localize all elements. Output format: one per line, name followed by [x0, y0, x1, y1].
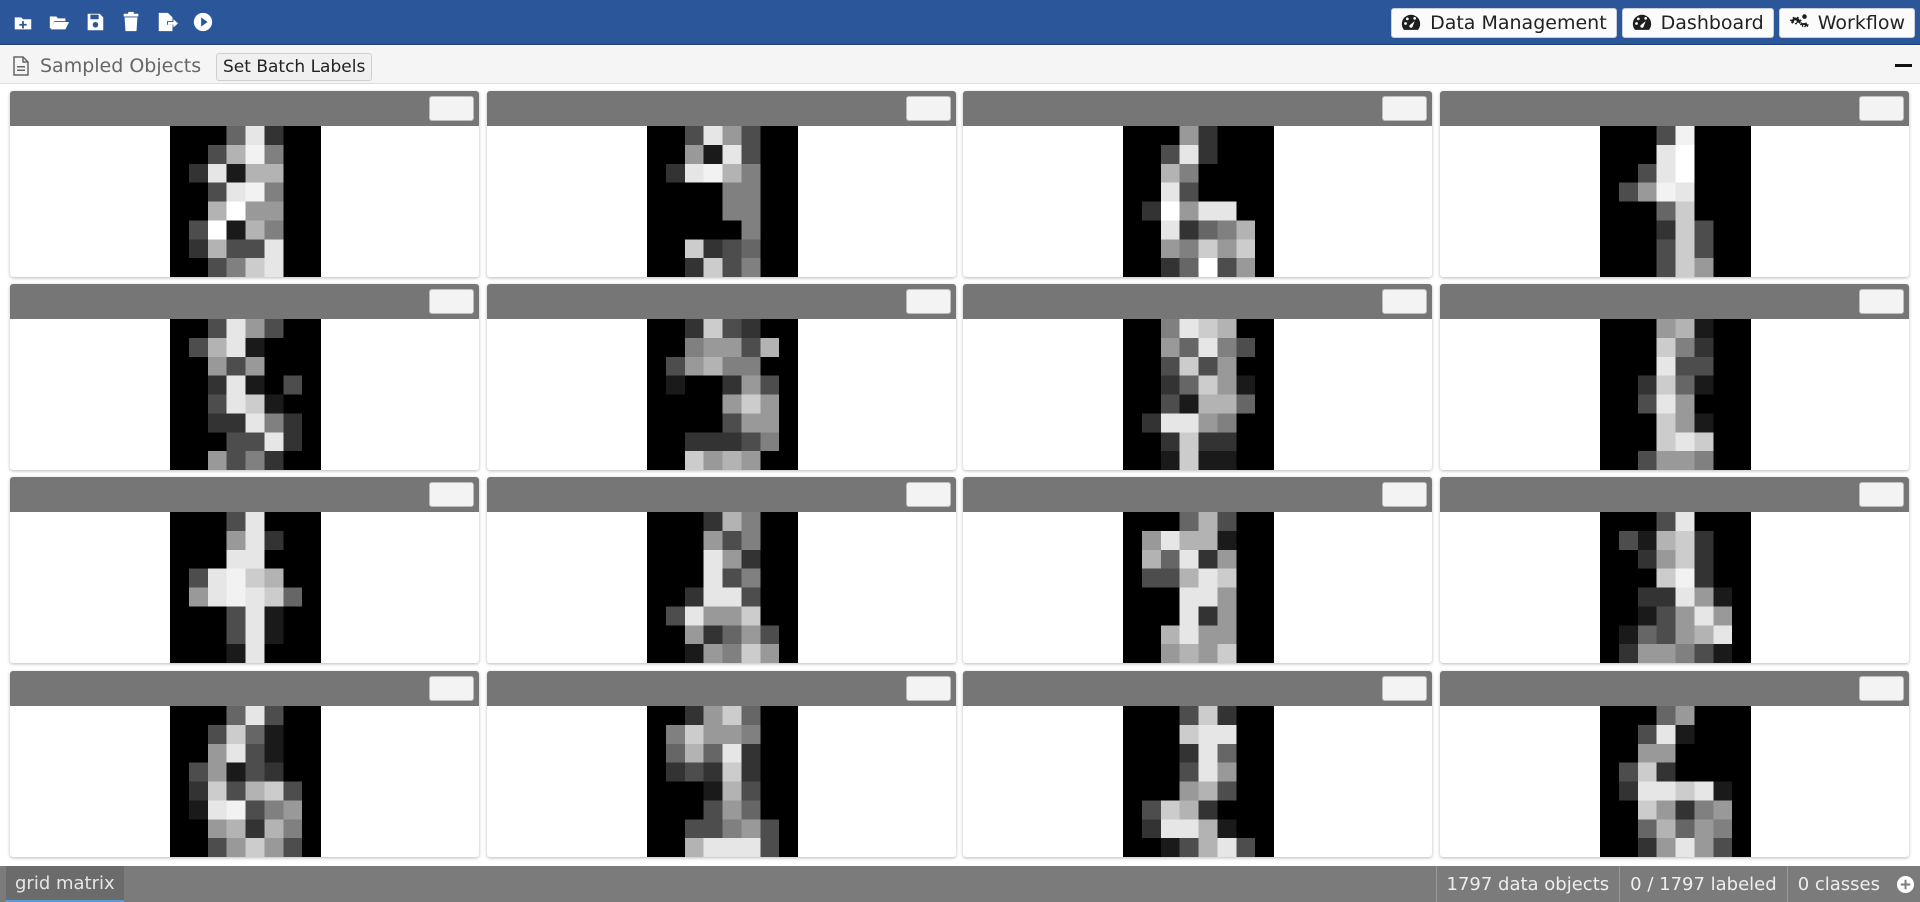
workflow-label: Workflow [1817, 12, 1905, 34]
workflow-button[interactable]: Workflow [1778, 8, 1915, 38]
document-icon [13, 56, 29, 76]
sample-card[interactable] [1439, 91, 1909, 277]
digit-image [1123, 319, 1275, 471]
digit-image [1599, 126, 1751, 277]
sample-card[interactable] [1439, 284, 1909, 471]
label-input[interactable] [905, 675, 951, 701]
delete-icon[interactable] [118, 9, 143, 34]
label-input[interactable] [1382, 96, 1428, 121]
sample-card[interactable] [10, 91, 479, 277]
gears-icon [1789, 14, 1809, 28]
sample-card[interactable] [10, 670, 479, 857]
sample-card-header [1439, 284, 1909, 320]
label-input[interactable] [1382, 675, 1428, 701]
sample-card[interactable] [486, 91, 956, 277]
sample-card[interactable] [963, 284, 1433, 471]
label-input[interactable] [429, 482, 474, 508]
label-input[interactable] [905, 482, 951, 508]
sample-card[interactable] [1439, 670, 1909, 857]
sample-card-header [963, 670, 1433, 706]
label-input[interactable] [1858, 482, 1904, 508]
data-management-label: Data Management [1430, 12, 1607, 34]
sample-card-header [1439, 91, 1909, 126]
label-input[interactable] [1858, 289, 1904, 315]
label-input[interactable] [1382, 289, 1428, 315]
digit-image [170, 126, 321, 277]
sampled-objects-grid [10, 91, 1910, 857]
run-icon[interactable] [190, 9, 215, 34]
sample-card[interactable] [486, 670, 956, 857]
sample-card[interactable] [486, 477, 956, 664]
sample-card[interactable] [10, 477, 479, 664]
sample-card-header [10, 477, 479, 513]
view-navigation: Data Management Dashboard Workflow [1391, 8, 1915, 38]
sample-card-header [486, 91, 956, 126]
label-input[interactable] [905, 289, 951, 315]
status-bar: grid matrix 1797 data objects 0 / 1797 l… [0, 866, 1920, 902]
sample-card[interactable] [486, 284, 956, 471]
classes-count: 0 classes [1786, 866, 1890, 902]
digit-image [1599, 705, 1751, 857]
sample-card-header [963, 284, 1433, 320]
status-stats: 1797 data objects 0 / 1797 labeled 0 cla… [1435, 866, 1920, 902]
data-management-button[interactable]: Data Management [1391, 8, 1617, 38]
sampled-objects-header: Sampled Objects Set Batch Labels [0, 46, 1920, 84]
sample-card-header [486, 284, 956, 320]
save-icon[interactable] [82, 9, 107, 34]
export-icon[interactable] [154, 9, 179, 34]
sample-card-header [963, 91, 1433, 126]
set-batch-labels-button[interactable]: Set Batch Labels [216, 53, 373, 81]
sample-card-header [10, 91, 479, 126]
digit-image [646, 126, 798, 277]
open-folder-icon[interactable] [46, 9, 71, 34]
sample-card-header [10, 284, 479, 320]
digit-image [646, 319, 798, 471]
digit-image [1123, 705, 1275, 857]
labeled-count: 0 / 1797 labeled [1619, 866, 1787, 902]
dashboard-gauge-icon [1632, 14, 1651, 30]
label-input[interactable] [429, 96, 474, 121]
sample-card[interactable] [1439, 477, 1909, 664]
label-input[interactable] [429, 289, 474, 315]
sample-card-header [486, 477, 956, 513]
data-objects-count: 1797 data objects [1435, 866, 1620, 902]
label-input[interactable] [1858, 96, 1904, 121]
sample-card[interactable] [963, 477, 1433, 664]
digit-image [646, 512, 798, 664]
label-input[interactable] [1858, 675, 1904, 701]
digit-image [170, 705, 321, 857]
dashboard-gauge-icon [1401, 14, 1421, 30]
digit-image [1599, 512, 1751, 664]
sample-card-header [486, 670, 956, 706]
digit-image [170, 319, 321, 471]
label-input[interactable] [1382, 482, 1428, 508]
sample-card-header [1439, 477, 1909, 513]
sample-card[interactable] [963, 670, 1433, 857]
digit-image [1599, 319, 1751, 471]
digit-image [170, 512, 321, 664]
sample-card-header [10, 670, 479, 706]
sample-card-header [963, 477, 1433, 513]
digit-image [1123, 126, 1275, 277]
top-toolbar: Data Management Dashboard Workflow [0, 0, 1920, 45]
label-input[interactable] [429, 675, 474, 701]
dashboard-button[interactable]: Dashboard [1621, 8, 1774, 38]
toolbar-actions [10, 9, 215, 34]
dashboard-label: Dashboard [1660, 12, 1764, 34]
digit-image [646, 705, 798, 857]
new-icon[interactable] [10, 9, 35, 34]
panel-title: Sampled Objects [40, 55, 202, 77]
minimize-icon[interactable] [1895, 64, 1912, 67]
grid-matrix-tab[interactable]: grid matrix [6, 866, 124, 902]
sample-card[interactable] [10, 284, 479, 471]
digit-image [1123, 512, 1275, 664]
label-input[interactable] [905, 96, 951, 121]
add-class-icon[interactable] [1890, 866, 1920, 902]
sample-card-header [1439, 670, 1909, 706]
sample-card[interactable] [963, 91, 1433, 277]
